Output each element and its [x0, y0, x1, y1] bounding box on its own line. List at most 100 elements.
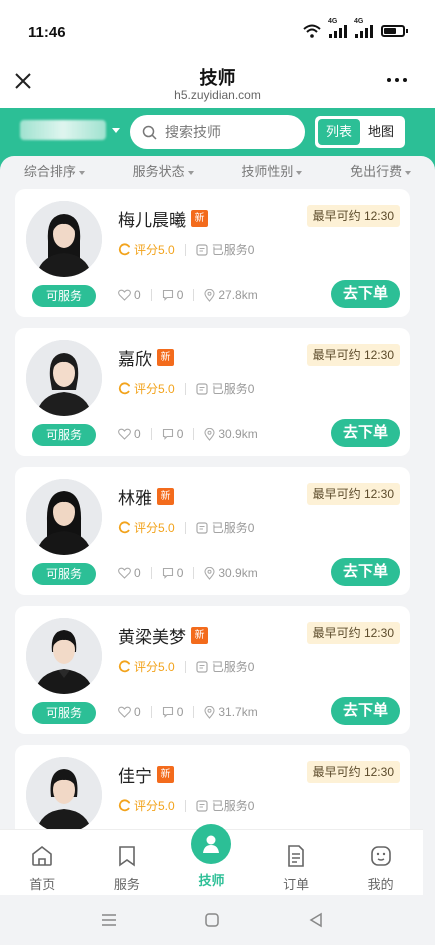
- smiley-icon: [370, 846, 391, 866]
- served-text: 已服务0: [211, 521, 255, 535]
- avatar: [26, 340, 102, 416]
- tab-home[interactable]: 首页: [0, 830, 85, 895]
- avatar: [26, 618, 102, 694]
- filter-free-travel[interactable]: 免出行费: [326, 156, 435, 188]
- tab-label: 服务: [113, 877, 140, 892]
- rating: 评分5.0: [118, 241, 175, 258]
- divider: [150, 706, 152, 718]
- new-badge: 新: [157, 349, 174, 366]
- likes: 0: [118, 427, 141, 441]
- more-menu-icon[interactable]: [387, 78, 407, 82]
- distance: 30.9km: [204, 566, 258, 580]
- technician-name-text: 林雅: [118, 489, 152, 508]
- bookmark-icon: [119, 846, 135, 867]
- technician-card[interactable]: 可服务 黄梁美梦 新 最早可约 12:30 评分5.0 已服务0 0 0 31.…: [15, 606, 410, 734]
- comment-icon: [162, 428, 173, 440]
- list-view-button[interactable]: 列表: [318, 119, 360, 145]
- order-button[interactable]: 去下单: [331, 280, 400, 308]
- document-icon: [196, 243, 208, 256]
- city-name-blurred: [20, 120, 106, 140]
- likes-count: 0: [134, 705, 141, 719]
- order-button[interactable]: 去下单: [331, 697, 400, 725]
- search-input[interactable]: [165, 124, 285, 140]
- divider: [184, 243, 186, 256]
- signal-icon: 4G: [354, 18, 373, 38]
- technician-tab-bubble: [191, 824, 232, 864]
- technician-card[interactable]: 可服务 梅儿晨曦 新 最早可约 12:30 评分5.0 已服务0 0 0 27.…: [15, 189, 410, 317]
- wifi-icon: [303, 24, 321, 38]
- city-selector[interactable]: [20, 120, 120, 140]
- divider: [193, 706, 195, 718]
- caret-down-icon: [112, 127, 120, 133]
- search-box[interactable]: [130, 115, 305, 149]
- rating-icon: [118, 799, 130, 812]
- status-icons: 4G 4G: [303, 18, 408, 38]
- bottom-tab-bar: 首页 服务 技师 订单 我的: [0, 824, 423, 895]
- filter-gender[interactable]: 技师性别: [218, 156, 327, 188]
- new-badge: 新: [191, 210, 208, 227]
- divider: [184, 382, 186, 395]
- avatar: [26, 479, 102, 555]
- comments: 0: [162, 427, 183, 441]
- tab-orders[interactable]: 订单: [254, 830, 339, 895]
- divider: [184, 799, 186, 812]
- heart-icon: [118, 567, 131, 579]
- comments-count: 0: [176, 566, 184, 580]
- served-text: 已服务0: [211, 660, 255, 674]
- back-icon[interactable]: [308, 912, 324, 928]
- tab-technicians[interactable]: 技师: [169, 824, 254, 895]
- technician-card[interactable]: 可服务 林雅 新 最早可约 12:30 评分5.0 已服务0 0 0 30.9k…: [15, 467, 410, 595]
- rating: 评分5.0: [118, 380, 175, 397]
- status-badge: 可服务: [32, 285, 96, 307]
- earliest-time-badge: 最早可约 12:30: [306, 622, 400, 644]
- likes: 0: [118, 288, 141, 302]
- likes-count: 0: [134, 566, 141, 580]
- served-count: 已服务0: [196, 658, 255, 675]
- filter-label: 服务状态: [132, 164, 185, 179]
- location-pin-icon: [204, 566, 215, 580]
- search-bar: 列表 地图: [0, 108, 435, 156]
- divider: [193, 428, 195, 440]
- status-badge: 可服务: [32, 424, 96, 446]
- avatar: [26, 757, 102, 833]
- triangle-down-icon: [405, 170, 412, 175]
- divider: [150, 567, 152, 579]
- filter-sort[interactable]: 综合排序: [0, 156, 109, 188]
- tab-label: 技师: [198, 873, 225, 888]
- technician-card[interactable]: 可服务 嘉欣 新 最早可约 12:30 评分5.0 已服务0 0 0 30.9k…: [15, 328, 410, 456]
- technician-name: 林雅 新: [118, 484, 174, 509]
- avatar: [26, 201, 102, 277]
- served-text: 已服务0: [211, 243, 255, 257]
- metrics-row: 评分5.0 已服务0: [118, 519, 254, 536]
- order-button[interactable]: 去下单: [331, 558, 400, 586]
- map-view-button[interactable]: 地图: [360, 119, 402, 145]
- technician-name: 嘉欣 新: [118, 345, 174, 370]
- distance: 31.7km: [204, 705, 258, 719]
- comment-icon: [162, 567, 173, 579]
- earliest-time-badge: 最早可约 12:30: [306, 483, 400, 505]
- tab-label: 我的: [367, 877, 394, 892]
- location-pin-icon: [204, 288, 215, 302]
- menu-icon[interactable]: [100, 912, 118, 928]
- earliest-time-badge: 最早可约 12:30: [306, 344, 400, 366]
- order-button[interactable]: 去下单: [331, 419, 400, 447]
- filter-label: 技师性别: [241, 164, 294, 179]
- home-square-icon[interactable]: [204, 912, 220, 928]
- network-label: 4G: [354, 18, 364, 25]
- technician-name-text: 佳宁: [118, 767, 152, 786]
- filter-bar: 综合排序 服务状态 技师性别 免出行费: [0, 156, 435, 188]
- divider: [184, 521, 186, 534]
- filter-service-status[interactable]: 服务状态: [109, 156, 218, 188]
- divider: [150, 289, 152, 301]
- rating-icon: [118, 382, 130, 395]
- technician-name-text: 梅儿晨曦: [118, 211, 186, 230]
- status-bar: 11:46 4G 4G: [0, 0, 435, 56]
- stats-row: 0 0 31.7km: [118, 705, 258, 719]
- tab-profile[interactable]: 我的: [338, 830, 423, 895]
- status-badge: 可服务: [32, 563, 96, 585]
- rating-text: 评分5.0: [134, 799, 175, 813]
- divider: [193, 567, 195, 579]
- technician-name: 黄梁美梦 新: [118, 623, 208, 648]
- rating: 评分5.0: [118, 797, 175, 814]
- tab-services[interactable]: 服务: [85, 830, 170, 895]
